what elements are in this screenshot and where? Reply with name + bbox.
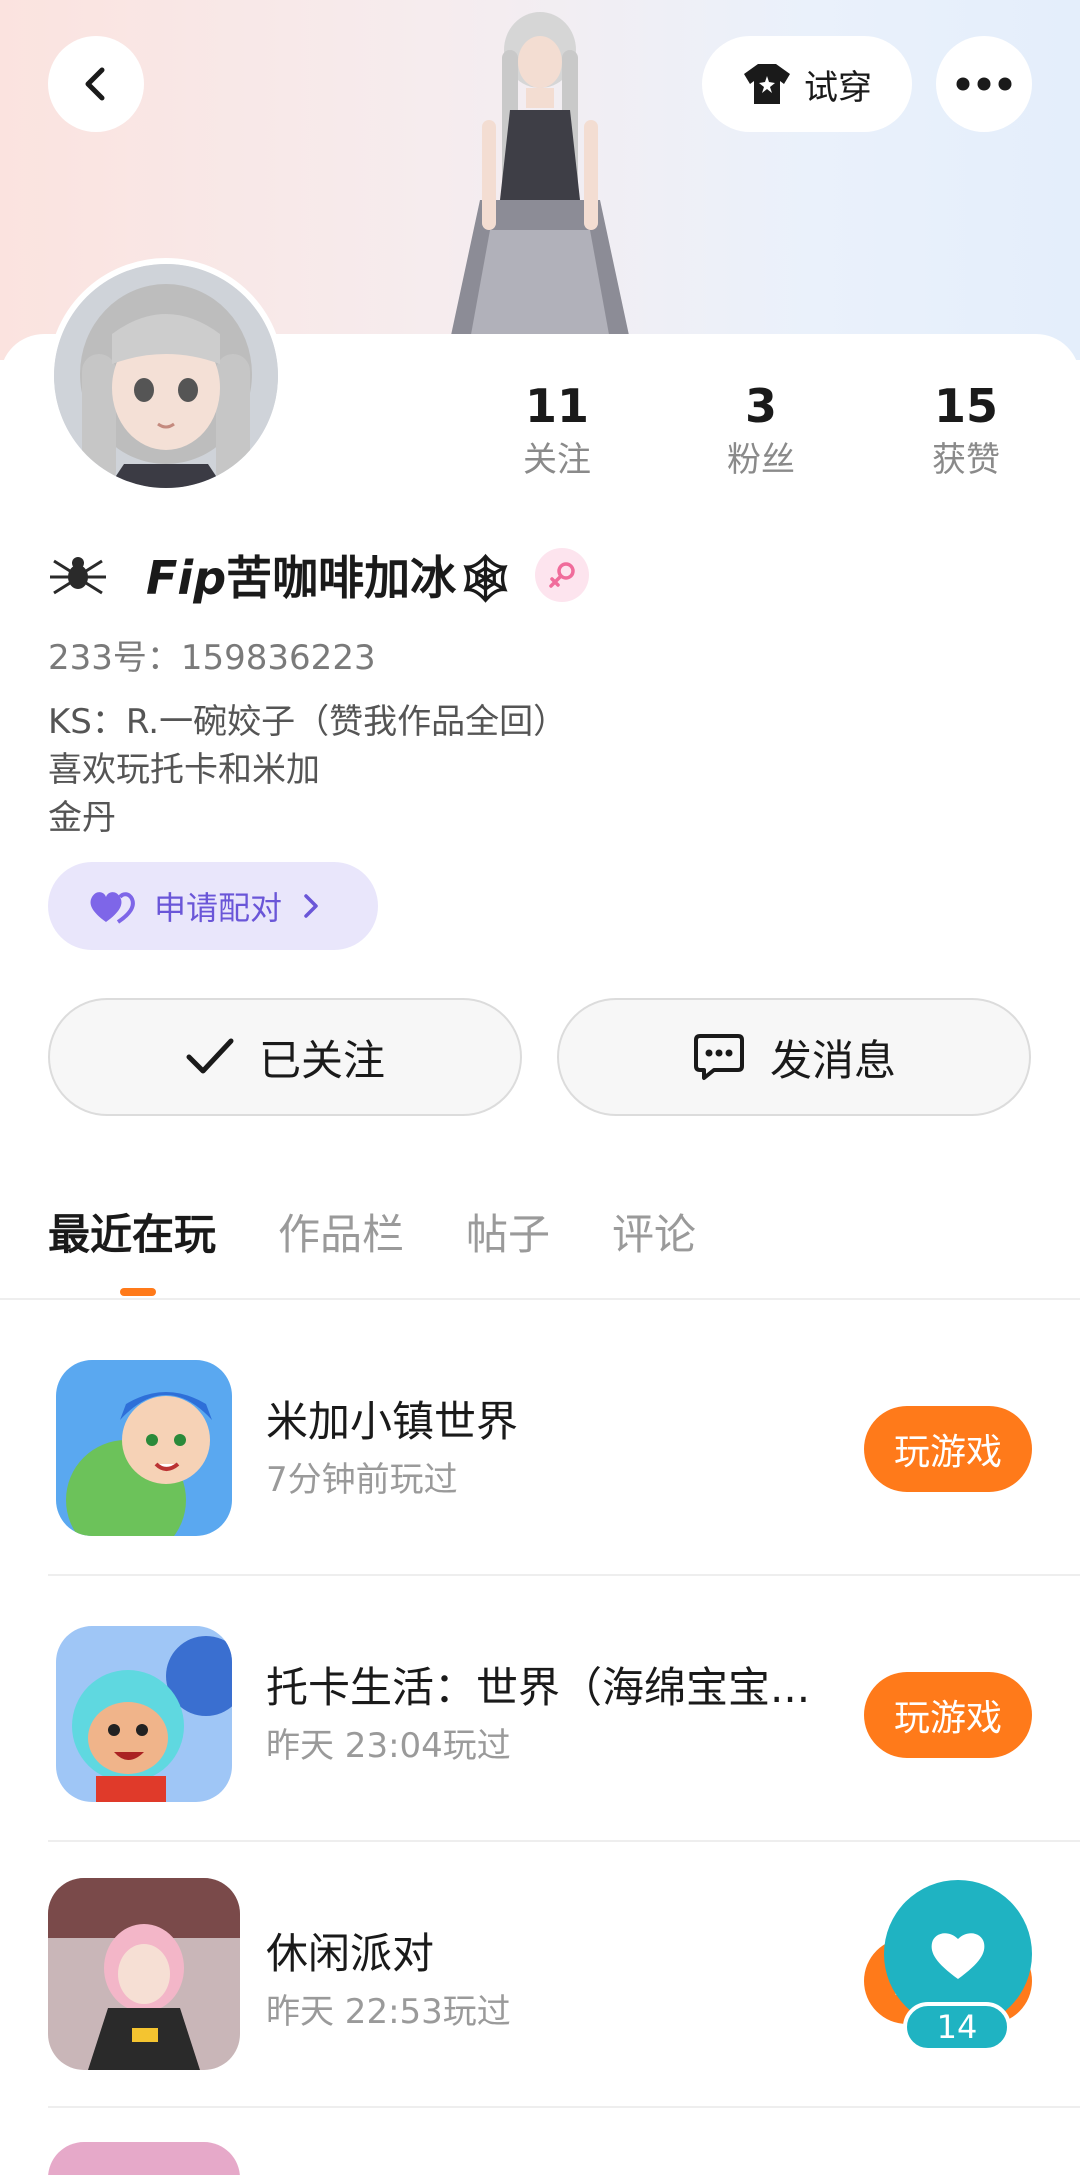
send-message-label: 发消息 [769, 1035, 896, 1085]
game-last-played: 昨天 22:53玩过 [266, 1992, 511, 2032]
tab-recently-played[interactable]: 最近在玩 [48, 1200, 216, 1270]
send-message-button[interactable]: 发消息 [557, 998, 1031, 1116]
avatar-3d-figure [450, 12, 630, 340]
likes-count: 15 [933, 379, 998, 433]
request-pair-label: 申请配对 [154, 889, 283, 927]
game-icon [48, 1878, 240, 2070]
chevron-left-icon [85, 67, 105, 101]
try-on-label: 试穿 [804, 67, 872, 108]
double-heart-icon [90, 892, 135, 924]
list-item[interactable]: 米加小镇世界 7分钟前玩过 玩游戏 [0, 1310, 1080, 1576]
tab-posts[interactable]: 帖子 [466, 1200, 550, 1270]
username: Fip苦咖啡加冰🕸 [146, 542, 515, 608]
spider-icon [50, 557, 106, 595]
user-id: 233号：159836223 [48, 638, 376, 678]
username-row: Fip苦咖啡加冰🕸 [48, 540, 589, 610]
request-pair-button[interactable]: 申请配对 [48, 862, 378, 950]
game-title: 米加小镇世界 [266, 1397, 519, 1446]
game-icon [56, 1626, 232, 1802]
bio-line: 金丹 [48, 798, 116, 838]
username-rest: 苦咖啡加冰🕸 [226, 551, 515, 605]
chat-bubble-icon [693, 1034, 744, 1080]
stat-followers[interactable]: 3 粉丝 [681, 378, 841, 484]
game-icon [48, 2142, 240, 2175]
followers-label: 粉丝 [727, 440, 795, 480]
more-dots-icon [956, 77, 1012, 91]
tshirt-icon [744, 64, 790, 104]
bio-line: KS：R.一碗姣子（赞我作品全回） [48, 702, 568, 742]
more-button[interactable] [936, 36, 1032, 132]
bio: KS：R.一碗姣子（赞我作品全回） 喜欢玩托卡和米加 金丹 [48, 698, 567, 842]
try-on-button[interactable]: 试穿 [702, 36, 912, 132]
profile-tabs: 最近在玩 作品栏 帖子 评论 [48, 1200, 696, 1270]
list-item[interactable]: 托卡生活：世界（海绵宝宝... 昨天 23:04玩过 玩游戏 [0, 1576, 1080, 1842]
following-button[interactable]: 已关注 [48, 998, 522, 1116]
game-title: 托卡生活：世界（海绵宝宝... [266, 1663, 811, 1712]
likes-label: 获赞 [932, 440, 1000, 480]
following-label: 关注 [523, 440, 591, 480]
tab-comments[interactable]: 评论 [612, 1200, 696, 1270]
followers-count: 3 [744, 379, 777, 433]
like-count-badge: 14 [903, 2002, 1011, 2052]
checkmark-icon [186, 1038, 234, 1074]
active-tab-indicator [120, 1288, 156, 1296]
profile-stats: 11 关注 3 粉丝 15 获赞 [0, 378, 1080, 498]
heart-icon [931, 1933, 985, 1979]
chevron-right-icon [304, 894, 318, 918]
list-divider [48, 2106, 1080, 2108]
stat-likes[interactable]: 15 获赞 [886, 378, 1046, 484]
game-last-played: 7分钟前玩过 [266, 1460, 458, 1500]
tab-works[interactable]: 作品栏 [278, 1200, 404, 1270]
following-count: 11 [524, 379, 589, 433]
play-game-button[interactable]: 玩游戏 [864, 1406, 1032, 1492]
tabs-divider [0, 1298, 1080, 1300]
play-game-button[interactable]: 玩游戏 [864, 1672, 1032, 1758]
female-gender-icon [534, 548, 589, 602]
stat-following[interactable]: 11 关注 [477, 378, 637, 484]
game-icon [56, 1360, 232, 1536]
game-title: 休闲派对 [266, 1929, 435, 1978]
username-prefix: Fip [146, 551, 227, 605]
following-button-label: 已关注 [258, 1035, 385, 1085]
game-last-played: 昨天 23:04玩过 [266, 1726, 511, 1766]
back-button[interactable] [48, 36, 144, 132]
bio-line: 喜欢玩托卡和米加 [48, 750, 320, 790]
